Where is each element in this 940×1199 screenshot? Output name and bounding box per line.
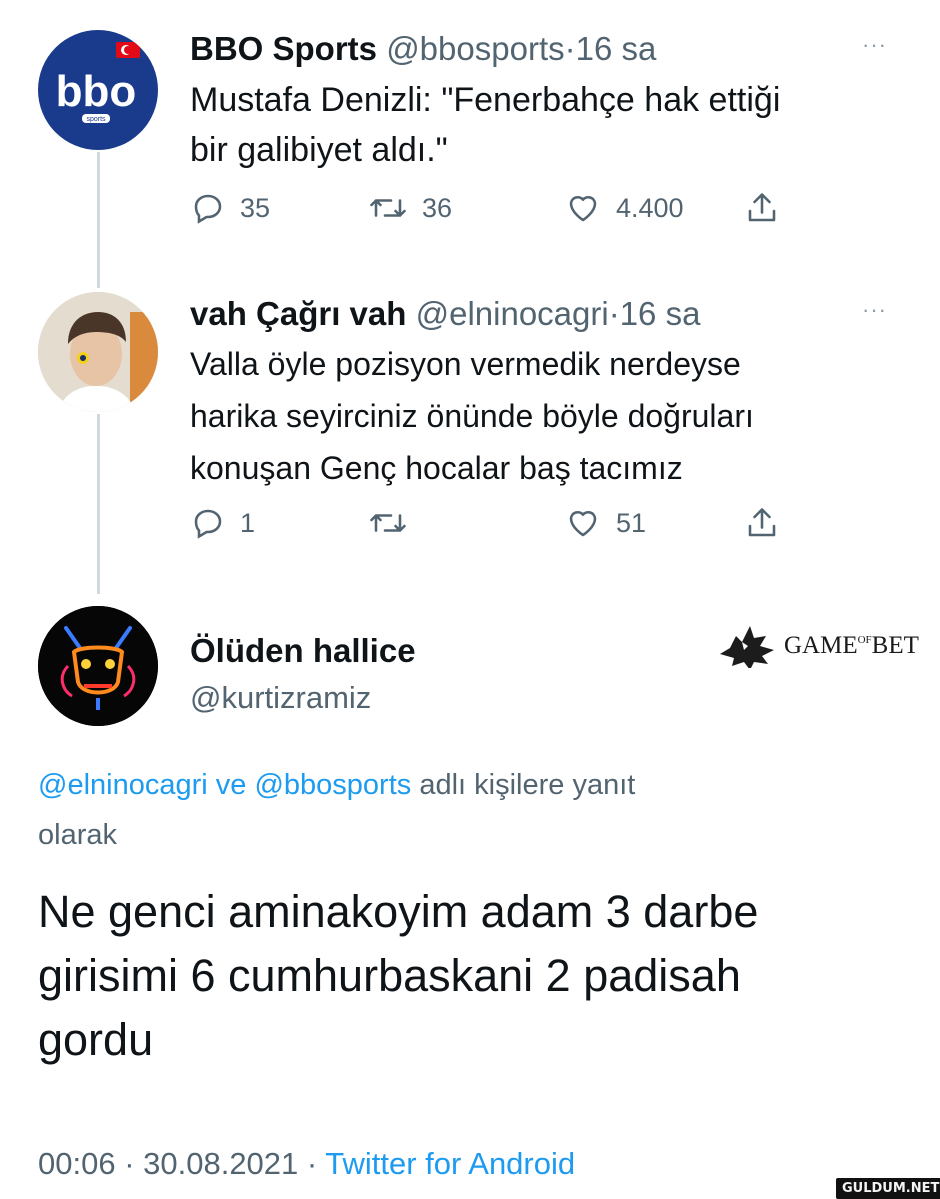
share-icon [748, 508, 776, 537]
tweet-text-line: Valla öyle pozisyon vermedik nerdeyse [190, 346, 741, 382]
reply-count: 1 [240, 507, 256, 538]
retweet-count: 36 [422, 192, 453, 223]
tweet-text-line: konuşan Genç hocalar baş tacımız [190, 450, 683, 486]
reply-button[interactable]: 35 [190, 190, 270, 226]
profile-photo-icon [38, 292, 158, 412]
retweet-icon [370, 199, 406, 217]
retweet-button[interactable] [368, 505, 408, 541]
reply-icon [194, 194, 222, 224]
like-count: 4.400 [616, 192, 684, 223]
timestamp[interactable]: 16 sa [576, 30, 657, 67]
reply-suffix-2: olarak [38, 819, 117, 851]
tweet-text: Mustafa Denizli: "Fenerbahçe hak ettiği … [190, 75, 780, 175]
share-button[interactable] [744, 505, 780, 541]
reply-suffix: adlı kişilere yanıt [419, 769, 636, 801]
tweet-text: Valla öyle pozisyon vermedik nerdeyse ha… [190, 338, 754, 494]
tweet-text-line: bir galibiyet aldı." [190, 131, 448, 169]
like-count: 51 [616, 507, 647, 538]
display-name[interactable]: vah Çağrı vah [190, 295, 406, 332]
reply-context: @elninocagri ve @bbosports adlı kişilere… [38, 760, 858, 860]
more-icon[interactable]: ··· [862, 34, 887, 56]
retweet-button[interactable]: 36 [368, 190, 452, 226]
reply-icon [194, 509, 222, 539]
mention-bbosports[interactable]: @bbosports [254, 769, 411, 801]
tweet-text-line: harika seyirciniz önünde böyle doğruları [190, 398, 754, 434]
handle[interactable]: @bbosports [386, 30, 564, 67]
wolf-icon [720, 626, 774, 668]
avatar-elninocagri[interactable] [38, 292, 158, 412]
tweet-text-line: girisimi 6 cumhurbaskani 2 padisah [38, 950, 741, 1001]
reply-count: 35 [240, 192, 271, 223]
like-button[interactable]: 4.400 [564, 190, 684, 226]
tweet-text-main: Ne genci aminakoyim adam 3 darbe girisim… [38, 880, 758, 1072]
watermark-game: GAME [784, 632, 858, 659]
watermark-of: OF [857, 634, 872, 646]
separator-dot: · [564, 30, 576, 67]
source-link[interactable]: Twitter for Android [325, 1146, 575, 1181]
reply-ve: ve [215, 769, 247, 801]
share-icon [748, 193, 776, 222]
svg-text:bbo: bbo [56, 67, 137, 116]
display-name[interactable]: Ölüden hallice [190, 632, 416, 670]
tweet-header: BBO Sports @bbosports·16 sa [190, 30, 656, 68]
mention-elninocagri[interactable]: @elninocagri [38, 769, 208, 801]
avatar-bbosports[interactable]: bbo sports [38, 30, 158, 150]
tweet-text-line: Mustafa Denizli: "Fenerbahçe hak ettiği [190, 81, 781, 119]
share-button[interactable] [744, 190, 780, 226]
watermark-bet: BET [871, 632, 919, 659]
thread-line [97, 414, 100, 594]
tweet-meta: 00:06 · 30.08.2021 · Twitter for Android [38, 1146, 575, 1182]
post-timestamp[interactable]: 00:06 · 30.08.2021 · [38, 1146, 317, 1181]
neon-mask-icon [38, 606, 158, 726]
timestamp[interactable]: 16 sa [620, 295, 701, 332]
handle[interactable]: @kurtizramiz [190, 680, 371, 716]
separator-dot: · [608, 295, 620, 332]
guldum-watermark: GULDUM.NET [836, 1178, 940, 1199]
bbo-logo-icon: bbo sports [56, 42, 140, 123]
handle[interactable]: @elninocagri [416, 295, 609, 332]
display-name[interactable]: BBO Sports [190, 30, 377, 67]
avatar-kurtizramiz[interactable] [38, 606, 158, 726]
tweet-text-line: Ne genci aminakoyim adam 3 darbe [38, 886, 759, 937]
tweet-text-line: gordu [38, 1014, 154, 1065]
svg-text:sports: sports [86, 116, 106, 123]
like-icon [569, 195, 597, 222]
more-icon[interactable]: ··· [862, 299, 887, 321]
tweet-header: vah Çağrı vah @elninocagri·16 sa [190, 295, 700, 333]
retweet-icon [370, 514, 406, 532]
gameofbet-watermark: GAME OF BET [718, 624, 919, 668]
reply-button[interactable]: 1 [190, 505, 255, 541]
like-button[interactable]: 51 [564, 505, 646, 541]
like-icon [569, 510, 597, 537]
thread-line [97, 152, 100, 288]
